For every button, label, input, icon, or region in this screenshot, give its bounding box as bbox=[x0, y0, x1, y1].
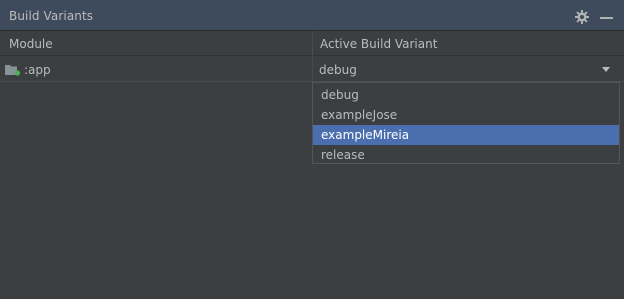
panel-titlebar: Build Variants bbox=[0, 0, 624, 31]
dropdown-option-debug[interactable]: debug bbox=[313, 85, 619, 105]
minimize-icon[interactable] bbox=[600, 17, 613, 19]
dropdown-option-examplejose[interactable]: exampleJose bbox=[313, 105, 619, 125]
panel-title: Build Variants bbox=[9, 9, 94, 23]
chevron-down-icon[interactable] bbox=[602, 67, 610, 72]
column-header-module[interactable]: Module bbox=[9, 37, 53, 51]
module-name: :app bbox=[24, 63, 51, 77]
gear-icon[interactable] bbox=[575, 10, 589, 24]
active-build-variant-dropdown[interactable]: debug bbox=[313, 57, 620, 81]
build-variants-panel: Build Variants Module Active Build Varia… bbox=[0, 0, 624, 299]
dropdown-option-release[interactable]: release bbox=[313, 145, 619, 165]
column-header-active-build-variant[interactable]: Active Build Variant bbox=[320, 37, 437, 51]
active-build-variant-value: debug bbox=[319, 63, 357, 77]
build-variant-options-list: debug exampleJose exampleMireia release bbox=[312, 82, 620, 164]
module-folder-icon bbox=[5, 65, 21, 76]
dropdown-option-examplemireia[interactable]: exampleMireia bbox=[313, 125, 619, 145]
